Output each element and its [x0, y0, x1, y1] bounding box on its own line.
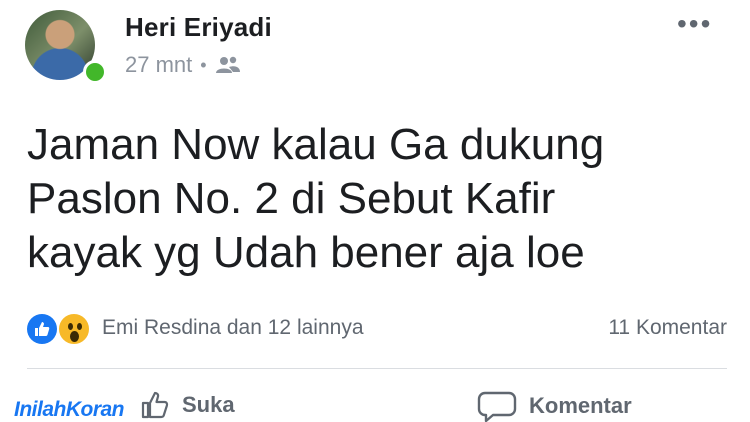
post-meta: 27 mnt •	[125, 52, 241, 78]
wow-icon	[57, 312, 91, 346]
author-name[interactable]: Heri Eriyadi	[125, 12, 272, 43]
like-icon	[27, 314, 57, 344]
like-button[interactable]: Suka	[140, 390, 235, 420]
comment-button-label: Komentar	[529, 393, 632, 418]
meta-separator: •	[200, 54, 207, 75]
reactions-row: Emi Resdina dan 12 lainnya 11 Komentar	[27, 312, 727, 346]
group-icon	[215, 55, 241, 75]
post-text-line: kayak yg Udah bener aja loe	[27, 228, 585, 277]
reactions-summary[interactable]: Emi Resdina dan 12 lainnya	[102, 316, 364, 340]
comment-button[interactable]: Komentar	[477, 390, 632, 422]
comment-icon	[477, 390, 517, 422]
divider	[27, 368, 727, 369]
post-text-line: Paslon No. 2 di Sebut Kafir	[27, 174, 556, 223]
post-text: Jaman Now kalau Ga dukung Paslon No. 2 d…	[27, 118, 717, 280]
facebook-post: Heri Eriyadi 27 mnt • ••• Jaman Now kala…	[0, 0, 750, 422]
reaction-icons[interactable]	[27, 312, 97, 346]
online-status-icon	[83, 60, 107, 84]
post-text-line: Jaman Now kalau Ga dukung	[27, 120, 605, 169]
thumbs-up-icon	[140, 390, 170, 420]
post-timestamp[interactable]: 27 mnt	[125, 52, 192, 78]
more-options-icon[interactable]: •••	[677, 10, 712, 38]
comments-count[interactable]: 11 Komentar	[608, 316, 727, 340]
avatar-container[interactable]	[25, 10, 107, 84]
watermark-logo: InilahKoran	[14, 398, 125, 421]
like-button-label: Suka	[182, 392, 235, 417]
